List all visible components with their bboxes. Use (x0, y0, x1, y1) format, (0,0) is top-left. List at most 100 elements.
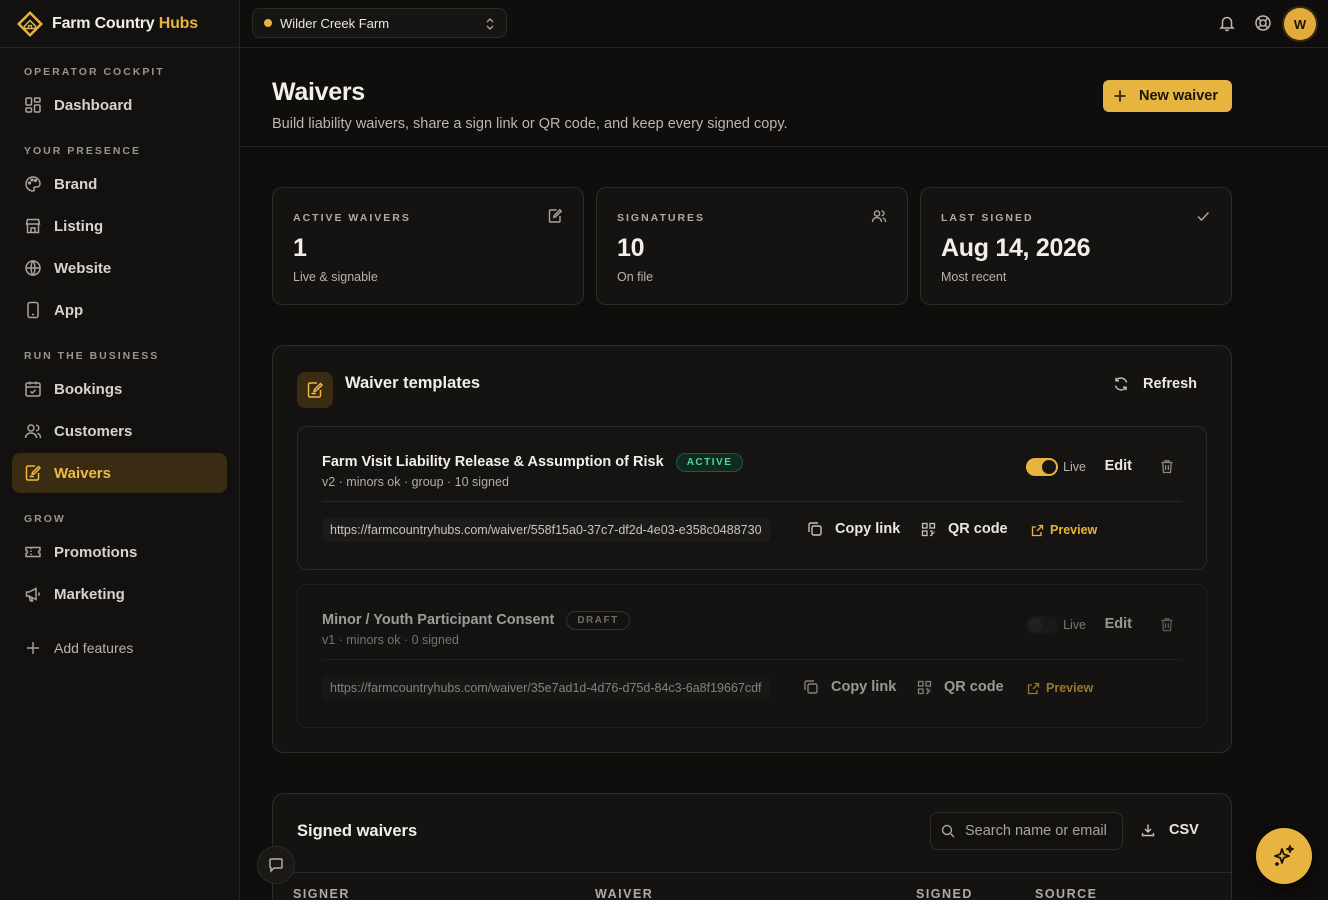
copy-icon (808, 522, 822, 536)
sidebar-item-brand[interactable]: Brand (12, 164, 227, 204)
panel-title: Waiver templates (345, 374, 481, 392)
divider (322, 501, 1182, 502)
refresh-icon (1114, 377, 1128, 391)
qr-code-button[interactable]: QR code (917, 679, 1004, 695)
refresh-label: Refresh (1143, 376, 1197, 392)
trash-icon[interactable] (1160, 459, 1174, 474)
plus-icon (27, 642, 39, 654)
waiver-icon (297, 372, 333, 408)
column-header-signer[interactable]: SIGNER (293, 887, 350, 900)
sidebar-item-label: Listing (54, 217, 104, 235)
sidebar-item-dashboard[interactable]: Dashboard (12, 85, 227, 125)
stat-card-signatures: SIGNATURES 10 On file (596, 187, 908, 305)
check-icon (1197, 211, 1210, 222)
edit-icon (548, 208, 563, 223)
stat-label: LAST SIGNED (941, 212, 1034, 224)
new-waiver-button[interactable]: New waiver (1103, 80, 1232, 112)
copy-link-label: Copy link (835, 521, 901, 537)
waiver-card: Farm Visit Liability Release & Assumptio… (297, 426, 1207, 570)
waiver-name: Minor / Youth Participant Consent (322, 612, 555, 628)
avatar[interactable]: W (1284, 8, 1316, 40)
csv-export-button[interactable]: CSV (1141, 822, 1199, 838)
sparkle-icon (1274, 845, 1294, 866)
stat-label: ACTIVE WAIVERS (293, 212, 411, 224)
column-header-waiver[interactable]: WAIVER (595, 887, 653, 900)
sidebar-item-label: Waivers (54, 464, 111, 482)
brand[interactable]: Farm Country Hubs (0, 0, 239, 48)
page-header: Waivers Build liability waivers, share a… (240, 48, 1328, 147)
sidebar-item-app[interactable]: App (12, 290, 227, 330)
edit-button[interactable]: Edit (1105, 458, 1132, 474)
sidebar-item-bookings[interactable]: Bookings (12, 369, 227, 409)
section-operator-cockpit: OPERATOR COCKPIT (24, 66, 165, 78)
sidebar-item-marketing[interactable]: Marketing (12, 574, 227, 614)
sidebar-item-label: App (54, 301, 84, 319)
add-features-button[interactable]: Add features (12, 628, 227, 668)
qr-code-label: QR code (944, 679, 1004, 695)
waiver-icon (25, 465, 42, 481)
waiver-templates-panel: Waiver templates Refresh Farm Visit Liab… (272, 345, 1232, 753)
farm-status-dot (264, 19, 272, 27)
globe-icon (25, 259, 41, 277)
sidebar-item-website[interactable]: Website (12, 248, 227, 288)
phone-icon (27, 301, 39, 319)
section-grow: GROW (24, 513, 66, 525)
preview-link[interactable]: Preview (1031, 523, 1097, 537)
sidebar-item-label: Bookings (54, 380, 123, 398)
sidebar-item-listing[interactable]: Listing (12, 206, 227, 246)
waiver-card: Minor / Youth Participant Consent DRAFT … (297, 584, 1207, 728)
sidebar-item-promotions[interactable]: Promotions (12, 532, 227, 572)
waiver-url[interactable]: https://farmcountryhubs.com/waiver/35e7a… (322, 676, 770, 700)
column-header-source[interactable]: SOURCE (1035, 887, 1097, 900)
sidebar-item-waivers[interactable]: Waivers (12, 453, 227, 493)
sidebar-item-label: Promotions (54, 543, 138, 561)
live-toggle[interactable] (1026, 616, 1058, 634)
panel-title: Signed waivers (297, 822, 418, 840)
search-input[interactable]: Search name or email (930, 812, 1123, 850)
sidebar-item-customers[interactable]: Customers (12, 411, 227, 451)
sidebar-item-label: Website (54, 259, 112, 277)
new-waiver-label: New waiver (1139, 88, 1218, 104)
topbar: Wilder Creek Farm W (240, 0, 1328, 48)
bell-icon[interactable] (1218, 14, 1236, 32)
status-badge: DRAFT (566, 611, 630, 630)
section-run-the-business: RUN THE BUSINESS (24, 350, 160, 362)
search-icon (941, 824, 955, 838)
stat-card-last-signed: LAST SIGNED Aug 14, 2026 Most recent (920, 187, 1232, 305)
waiver-name-row: Minor / Youth Participant Consent DRAFT (322, 611, 630, 630)
users-icon (24, 424, 42, 439)
stat-value: 1 (293, 234, 307, 262)
csv-label: CSV (1169, 822, 1199, 838)
stat-card-active-waivers: ACTIVE WAIVERS 1 Live & signable (272, 187, 584, 305)
download-icon (1141, 824, 1155, 837)
waiver-url[interactable]: https://farmcountryhubs.com/waiver/558f1… (322, 518, 770, 542)
copy-link-button[interactable]: Copy link (807, 521, 900, 537)
dashboard-icon (25, 97, 41, 113)
calendar-icon (25, 381, 41, 397)
farm-logo-icon (17, 10, 43, 37)
edit-button[interactable]: Edit (1105, 616, 1132, 632)
live-toggle[interactable] (1026, 458, 1058, 476)
stat-sub: On file (617, 270, 654, 284)
page-title: Waivers (272, 78, 365, 106)
column-header-signed[interactable]: SIGNED (916, 887, 973, 900)
chat-button[interactable] (257, 846, 295, 884)
copy-link-button[interactable]: Copy link (803, 679, 896, 695)
status-badge: ACTIVE (675, 453, 744, 472)
ai-assistant-button[interactable] (1256, 828, 1312, 884)
live-label: Live (1063, 618, 1086, 632)
stat-value: 10 (617, 234, 645, 262)
refresh-button[interactable]: Refresh (1113, 376, 1197, 392)
qr-code-button[interactable]: QR code (921, 521, 1008, 537)
chevron-up-down-icon (486, 18, 494, 30)
farm-selector[interactable]: Wilder Creek Farm (252, 8, 507, 38)
help-icon[interactable] (1254, 14, 1272, 32)
chat-icon (269, 858, 283, 873)
palette-icon (25, 176, 41, 192)
trash-icon[interactable] (1160, 617, 1174, 632)
preview-link[interactable]: Preview (1027, 681, 1093, 695)
megaphone-icon (25, 587, 40, 602)
section-your-presence: YOUR PRESENCE (24, 145, 142, 157)
qr-code-icon (921, 522, 936, 536)
qr-code-icon (917, 680, 932, 694)
